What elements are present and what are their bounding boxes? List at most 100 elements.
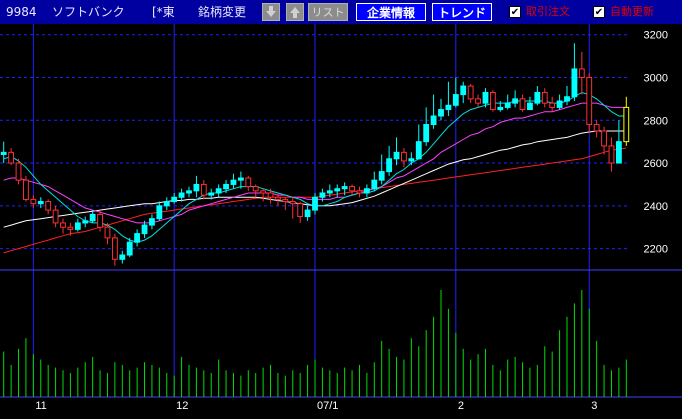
candle-body	[82, 220, 89, 224]
candle-body	[178, 192, 185, 198]
candle-body	[52, 209, 59, 224]
candle-body	[74, 222, 81, 230]
order-checkbox-label: 取引注文	[526, 5, 570, 18]
candle-body	[393, 151, 400, 160]
candle-body	[601, 130, 607, 147]
candle-body	[134, 233, 141, 243]
candle-body	[312, 196, 318, 211]
candle-body	[104, 226, 111, 239]
candle-body	[341, 186, 348, 190]
candle-body	[586, 76, 593, 126]
candle-body	[230, 179, 237, 185]
candle-body	[237, 177, 244, 181]
candle-body	[215, 188, 222, 194]
candle-body	[141, 224, 148, 235]
candle-body	[363, 188, 370, 194]
candle-body	[578, 68, 585, 78]
candle-body	[186, 190, 192, 194]
candle-body	[475, 98, 481, 104]
candle-body	[438, 109, 444, 117]
up-arrow-button[interactable]	[286, 3, 304, 21]
candle-body	[445, 104, 452, 111]
candle-body	[549, 102, 556, 108]
candle-body	[489, 91, 496, 111]
candle-body	[245, 177, 252, 188]
candle-body	[349, 186, 355, 192]
stock-code: 9984	[6, 5, 37, 19]
candle-body	[608, 145, 615, 164]
candlestick-chart: 2200 2400 2600 2800 3000 3200 11 12 07/1 2 3	[0, 24, 682, 412]
candle-body	[223, 183, 229, 190]
stock-name: ソフトバンク	[52, 5, 125, 19]
candle-body	[15, 162, 22, 181]
trend-button[interactable]: トレンド	[432, 3, 492, 21]
down-arrow-icon	[266, 6, 276, 17]
candle-body	[260, 190, 267, 194]
candle-body	[0, 151, 7, 155]
candle-body	[171, 196, 178, 203]
candle-body	[208, 192, 215, 196]
price-tick-label: 2200	[644, 244, 668, 256]
down-arrow-button[interactable]	[262, 3, 280, 21]
candle-body	[304, 209, 311, 218]
candle-body	[408, 158, 415, 162]
market-label: [*東	[152, 5, 175, 19]
candle-body	[126, 241, 133, 256]
date-tick-label: 07/1	[317, 400, 338, 412]
auto-update-checkbox-label: 自動更新	[610, 5, 654, 18]
toolbar: 9984 ソフトバンク [*東 銘柄変更 リスト 企業情報 トレンド ✔ 取引注…	[0, 0, 682, 24]
candle-body	[163, 201, 170, 207]
candle-body	[156, 205, 163, 220]
price-tick-label: 2400	[644, 201, 668, 213]
candle-body	[326, 190, 333, 194]
candle-body	[356, 190, 363, 194]
candle-body	[111, 237, 118, 260]
candle-body	[45, 201, 52, 211]
candle-body	[289, 201, 296, 205]
candle-body	[193, 183, 200, 192]
candle-body	[37, 201, 44, 205]
company-info-button[interactable]: 企業情報	[356, 3, 426, 21]
candle-body	[282, 198, 289, 203]
candle-body	[67, 226, 74, 230]
date-tick-label: 12	[176, 400, 188, 412]
candle-body	[60, 222, 66, 228]
candle-body	[267, 192, 274, 198]
candle-body	[467, 85, 474, 100]
candle-body	[30, 198, 37, 205]
candle-body	[623, 106, 630, 143]
candle-body	[386, 158, 393, 173]
candle-body	[252, 186, 259, 192]
list-button[interactable]: リスト	[308, 3, 348, 21]
candle-body	[482, 91, 489, 104]
candle-body	[527, 102, 533, 111]
candle-body	[519, 98, 526, 111]
candle-body	[297, 203, 304, 218]
candle-body	[119, 254, 126, 260]
candle-body	[401, 151, 407, 162]
order-checkbox[interactable]: ✔	[509, 6, 521, 18]
candle-body	[334, 188, 341, 192]
candle-body	[319, 192, 326, 198]
candle-body	[504, 102, 511, 108]
change-symbol-button[interactable]: 銘柄変更	[198, 0, 246, 24]
candle-body	[556, 100, 563, 108]
auto-update-checkbox[interactable]: ✔	[593, 6, 605, 18]
candle-body	[541, 91, 548, 104]
date-tick-label: 11	[35, 400, 46, 412]
candle-body	[564, 96, 570, 102]
candle-body	[89, 213, 96, 222]
candle-body	[423, 124, 430, 143]
candle-body	[452, 94, 459, 106]
candle-body	[371, 179, 378, 190]
candle-body	[23, 179, 29, 200]
candle-body	[8, 151, 15, 164]
candle-body	[534, 91, 541, 104]
candle-body	[275, 196, 281, 200]
candle-body	[149, 218, 155, 226]
price-tick-label: 3000	[644, 72, 668, 84]
candle-body	[415, 141, 422, 160]
candle-body	[200, 183, 207, 196]
candle-body	[430, 115, 437, 126]
candle-body	[97, 213, 103, 228]
